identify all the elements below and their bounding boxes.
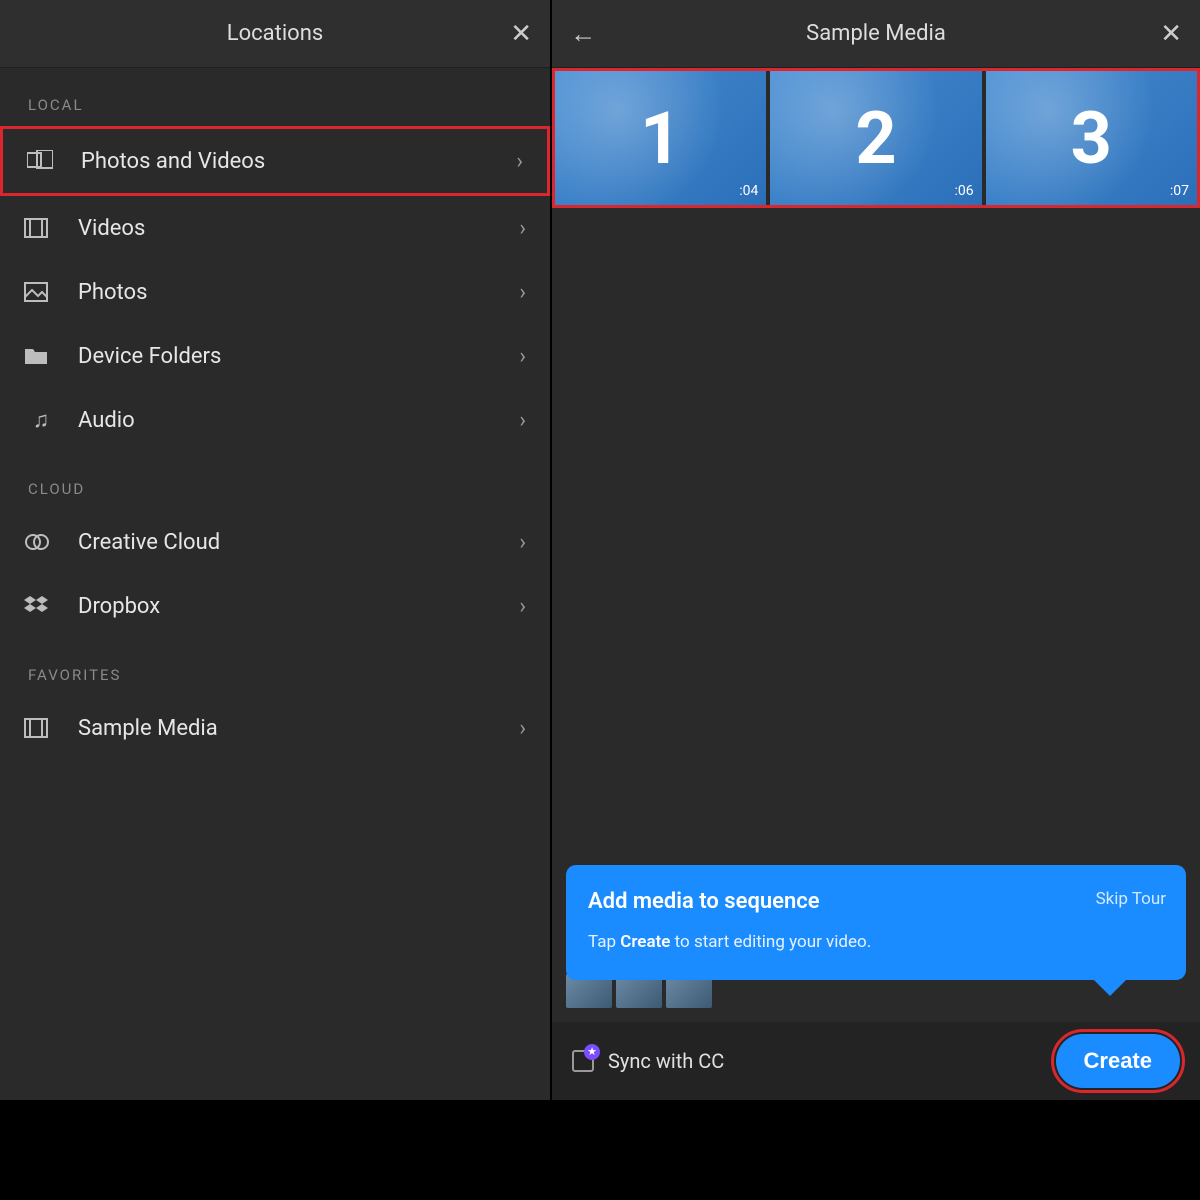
tour-body-post: to start editing your video. [670, 932, 871, 952]
locations-panel: Locations ✕ LOCAL Photos and Videos › Vi… [0, 0, 550, 1100]
sample-media-panel: ← Sample Media ✕ 1 :04 2 :06 3 :07 Add m… [552, 0, 1200, 1100]
chevron-right-icon: › [519, 280, 526, 305]
thumb-number: 2 [855, 96, 896, 181]
row-sample-media[interactable]: Sample Media › [0, 696, 550, 760]
row-audio[interactable]: ♫ Audio › [0, 388, 550, 452]
locations-title: Locations [227, 21, 323, 46]
row-label: Photos and Videos [81, 149, 516, 174]
thumb-3[interactable]: 3 :07 [986, 71, 1197, 205]
section-favorites-label: FAVORITES [0, 638, 550, 696]
back-icon[interactable]: ← [570, 18, 596, 49]
sample-media-title: Sample Media [806, 21, 946, 46]
chevron-right-icon: › [516, 149, 523, 174]
tour-tooltip: Add media to sequence Skip Tour Tap Crea… [566, 865, 1186, 980]
create-button[interactable]: Create [1056, 1034, 1180, 1088]
sync-checkbox[interactable]: ★ [572, 1050, 594, 1072]
tour-body: Tap Create to start editing your video. [588, 932, 1164, 952]
music-icon: ♫ [24, 407, 58, 433]
section-cloud-label: CLOUD [0, 452, 550, 510]
row-videos[interactable]: Videos › [0, 196, 550, 260]
chevron-right-icon: › [519, 344, 526, 369]
row-label: Device Folders [78, 344, 519, 369]
chevron-right-icon: › [519, 216, 526, 241]
sample-media-header: ← Sample Media ✕ [552, 0, 1200, 68]
thumb-2[interactable]: 2 :06 [770, 71, 981, 205]
row-label: Dropbox [78, 594, 519, 619]
thumb-duration: :04 [739, 183, 758, 199]
film-icon [24, 718, 58, 738]
row-photos[interactable]: Photos › [0, 260, 550, 324]
thumb-duration: :07 [1170, 183, 1189, 199]
tour-body-pre: Tap [588, 932, 620, 952]
thumb-number: 3 [1071, 96, 1112, 181]
chevron-right-icon: › [519, 530, 526, 555]
film-icon [24, 218, 58, 238]
tour-body-bold: Create [620, 932, 670, 952]
skip-tour-link[interactable]: Skip Tour [1096, 889, 1166, 909]
chevron-right-icon: › [519, 408, 526, 433]
section-local-label: LOCAL [0, 68, 550, 126]
chevron-right-icon: › [519, 716, 526, 741]
row-photos-and-videos[interactable]: Photos and Videos › [0, 126, 550, 196]
photos-videos-icon [27, 150, 61, 172]
footer-bar: ★ Sync with CC Create [552, 1022, 1200, 1100]
thumb-number: 1 [640, 96, 681, 181]
row-label: Videos [78, 216, 519, 241]
thumb-duration: :06 [955, 183, 974, 199]
chevron-right-icon: › [519, 594, 526, 619]
close-icon[interactable]: ✕ [1160, 21, 1182, 47]
folder-icon [24, 346, 58, 366]
row-label: Photos [78, 280, 519, 305]
close-icon[interactable]: ✕ [510, 21, 532, 47]
row-creative-cloud[interactable]: Creative Cloud › [0, 510, 550, 574]
row-dropbox[interactable]: Dropbox › [0, 574, 550, 638]
image-icon [24, 282, 58, 302]
media-thumbnails: 1 :04 2 :06 3 :07 [552, 68, 1200, 208]
sync-label: Sync with CC [608, 1049, 1056, 1073]
row-label: Audio [78, 408, 519, 433]
locations-header: Locations ✕ [0, 0, 550, 68]
star-badge-icon: ★ [584, 1044, 600, 1060]
dropbox-icon [24, 596, 58, 616]
row-device-folders[interactable]: Device Folders › [0, 324, 550, 388]
creative-cloud-icon [24, 533, 58, 551]
tour-title: Add media to sequence [588, 889, 1164, 914]
row-label: Sample Media [78, 716, 519, 741]
thumb-1[interactable]: 1 :04 [555, 71, 766, 205]
row-label: Creative Cloud [78, 530, 519, 555]
